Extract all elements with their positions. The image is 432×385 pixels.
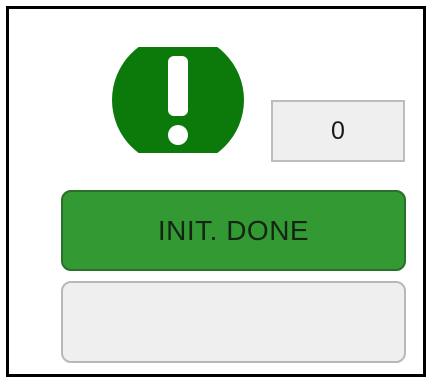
exclamation-circle-icon [111, 47, 245, 153]
counter-display: 0 [271, 100, 405, 162]
panel-frame: 0 INIT. DONE [6, 6, 426, 377]
init-done-label: INIT. DONE [157, 214, 310, 246]
blank-button[interactable] [61, 281, 406, 363]
init-done-button[interactable]: INIT. DONE [61, 190, 406, 271]
counter-value: 0 [331, 116, 345, 145]
